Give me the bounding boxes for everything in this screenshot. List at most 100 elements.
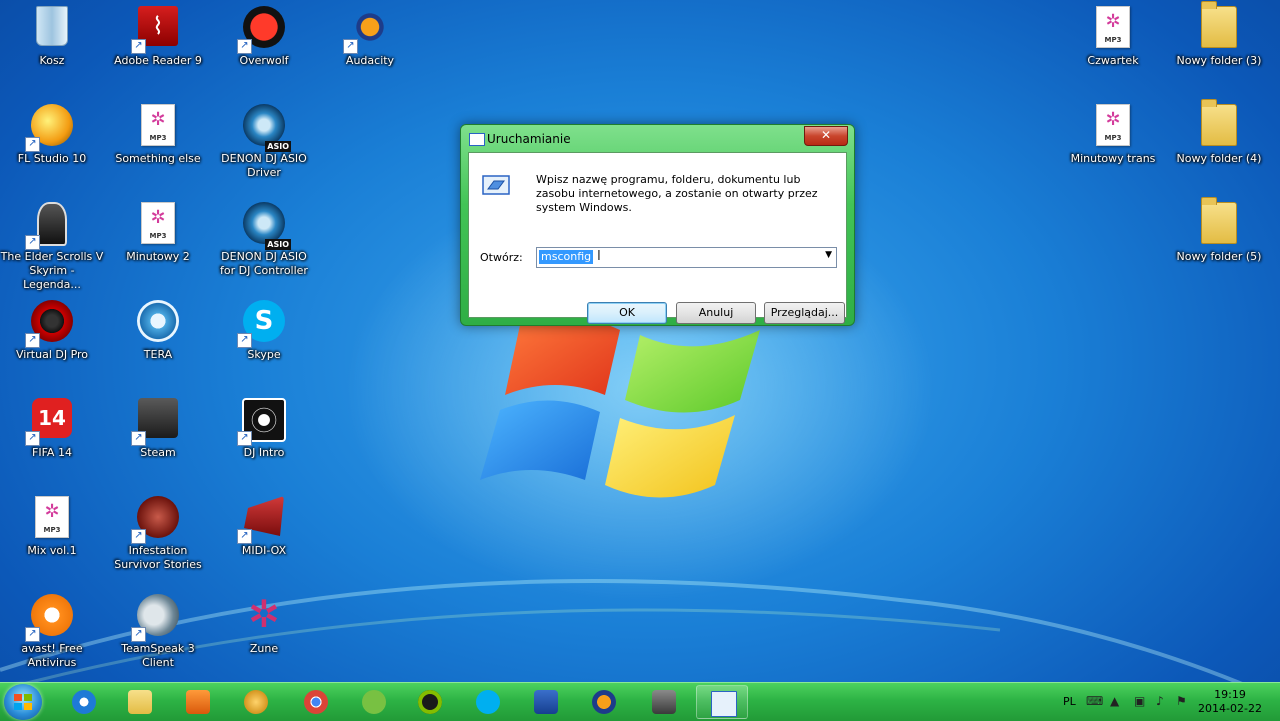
clock-time: 19:19 [1214,688,1246,701]
recycle-bin-icon [29,6,75,52]
desktop-icon-denon-asio-controller[interactable]: ASIO DENON DJ ASIO for DJ Controller [212,196,316,278]
desktop-icon-nowy-folder-4[interactable]: Nowy folder (4) [1167,98,1271,166]
shortcut-arrow-icon: ↗ [25,431,40,446]
keyboard-icon[interactable]: ⌨ [1086,694,1103,708]
clock[interactable]: 19:19 2014-02-22 [1195,688,1265,716]
desktop-icon-label: Steam [140,446,176,459]
desktop-icon-mix-vol1[interactable]: ✲ MP3 Mix vol.1 [0,490,104,558]
asio-badge-icon: ASIO [265,141,291,152]
spotify-icon [418,690,442,714]
fifa-icon: 14 ↗ [25,398,75,446]
skype-icon: S ↗ [237,300,287,348]
media-player-icon [186,690,210,714]
desktop-icon-steam[interactable]: ↗ Steam [106,392,210,460]
taskbar-run-dialog[interactable] [696,685,748,719]
open-combobox[interactable]: msconfig I ▼ [536,247,837,268]
desktop-icon-label: Zune [249,642,279,655]
desktop-icon-avast[interactable]: ↗ avast! Free Antivirus [0,588,104,670]
run-program-icon [482,175,510,195]
desktop-icon-nowy-folder-5[interactable]: Nowy folder (5) [1167,196,1271,264]
action-center-flag-icon[interactable]: ⚑ [1176,694,1187,708]
close-button[interactable]: ✕ [804,126,848,146]
robot-icon [652,690,676,714]
taskbar-audacity[interactable] [578,685,630,719]
desktop-icon-label: Audacity [345,54,395,67]
close-icon: ✕ [820,128,832,142]
desktop-icon-teamspeak[interactable]: ↗ TeamSpeak 3 Client [106,588,210,670]
avast-icon: ↗ [25,594,75,642]
audacity-icon: ↗ [343,6,393,54]
mp3-file-icon: ✲ MP3 [135,104,181,150]
show-hidden-icons-icon[interactable]: ▲ [1110,694,1119,708]
mp3-file-icon: ✲ MP3 [1090,6,1136,52]
shortcut-arrow-icon: ↗ [343,39,358,54]
taskbar-explorer[interactable] [114,685,166,719]
network-icon[interactable]: ▣ [1134,694,1145,708]
fl-studio-icon: ↗ [25,104,75,152]
desktop-icon-label: Adobe Reader 9 [114,54,202,67]
cancel-button[interactable]: Anuluj [676,302,756,324]
desktop-icon-label: TeamSpeak 3 Client [121,642,195,669]
desktop-icon-minutowy-trans[interactable]: ✲ MP3 Minutowy trans [1061,98,1165,166]
taskbar-app-robot[interactable] [638,685,690,719]
taskbar-internet-explorer[interactable] [58,685,110,719]
shortcut-arrow-icon: ↗ [25,333,40,348]
desktop-icon-label: Kosz [39,54,65,67]
desktop-icon-czwartek[interactable]: ✲ MP3 Czwartek [1061,0,1165,68]
start-button[interactable] [4,684,42,720]
dialog-title: Uruchamianie [487,132,571,146]
desktop-icon-tera[interactable]: TERA [106,294,210,362]
taskbar: PL ⌨ ▲ ▣ ♪ ⚑ 19:19 2014-02-22 [0,682,1280,721]
desktop-icon-overwolf[interactable]: ↗ Overwolf [212,0,316,68]
taskbar-app-game[interactable] [230,685,282,719]
desktop-icon-zune[interactable]: ✲ Zune [212,588,316,656]
dropdown-arrow-icon[interactable]: ▼ [825,250,832,260]
taskbar-media-player[interactable] [172,685,224,719]
infestation-icon: ↗ [131,496,181,544]
desktop-icon-something-else[interactable]: ✲ MP3 Something else [106,98,210,166]
taskbar-utorrent[interactable] [348,685,400,719]
chrome-icon [304,690,328,714]
desktop-icon-adobe-reader[interactable]: ⌇ ↗ Adobe Reader 9 [106,0,210,68]
desktop-icon-infestation[interactable]: ↗ Infestation Survivor Stories [106,490,210,572]
desktop-icon-nowy-folder-3[interactable]: Nowy folder (3) [1167,0,1271,68]
desktop-icon-minutowy-2[interactable]: ✲ MP3 Minutowy 2 [106,196,210,264]
taskbar-word[interactable] [520,685,572,719]
taskbar-skype[interactable] [462,685,514,719]
mp3-file-icon: ✲ MP3 [1090,104,1136,150]
desktop-icon-label: Czwartek [1087,54,1139,67]
mp3-file-icon: ✲ MP3 [29,496,75,542]
desktop-icon-label: avast! Free Antivirus [21,642,83,669]
shortcut-arrow-icon: ↗ [131,627,146,642]
desktop-icon-virtual-dj[interactable]: ↗ Virtual DJ Pro [0,294,104,362]
desktop-icon-label: Mix vol.1 [27,544,77,557]
overwolf-icon: ↗ [237,6,287,54]
desktop-icon-label: FL Studio 10 [17,152,87,165]
language-indicator[interactable]: PL [1063,695,1076,708]
asio-badge-icon: ASIO [265,239,291,250]
skype-icon [476,690,500,714]
ok-button[interactable]: OK [587,302,667,324]
browse-button[interactable]: Przeglądaj... [764,302,845,324]
desktop-icon-dj-intro[interactable]: ↗ DJ Intro [212,392,316,460]
desktop-icon-label: Overwolf [239,54,289,67]
volume-icon[interactable]: ♪ [1156,694,1164,708]
taskbar-spotify[interactable] [404,685,456,719]
shortcut-arrow-icon: ↗ [131,529,146,544]
shortcut-arrow-icon: ↗ [25,627,40,642]
shortcut-arrow-icon: ↗ [237,431,252,446]
desktop-icon-audacity[interactable]: ↗ Audacity [318,0,422,68]
desktop-icon-fl-studio[interactable]: ↗ FL Studio 10 [0,98,104,166]
desktop-icon-skype[interactable]: S ↗ Skype [212,294,316,362]
desktop-icon-skyrim[interactable]: ↗ The Elder Scrolls V Skyrim - Legenda..… [0,196,104,292]
dj-intro-icon: ↗ [237,398,287,446]
taskbar-chrome[interactable] [290,685,342,719]
desktop-icon-fifa[interactable]: 14 ↗ FIFA 14 [0,392,104,460]
open-input-selected-text[interactable]: msconfig [539,250,594,264]
desktop-icon-recycle-bin[interactable]: Kosz [0,0,104,68]
midi-ox-icon: ↗ [237,496,287,544]
desktop-icon-label: Minutowy trans [1070,152,1156,165]
desktop-icon-midi-ox[interactable]: ↗ MIDI-OX [212,490,316,558]
desktop-icon-denon-asio-driver[interactable]: ASIO DENON DJ ASIO Driver [212,98,316,180]
desktop-icon-label: Skype [247,348,281,361]
